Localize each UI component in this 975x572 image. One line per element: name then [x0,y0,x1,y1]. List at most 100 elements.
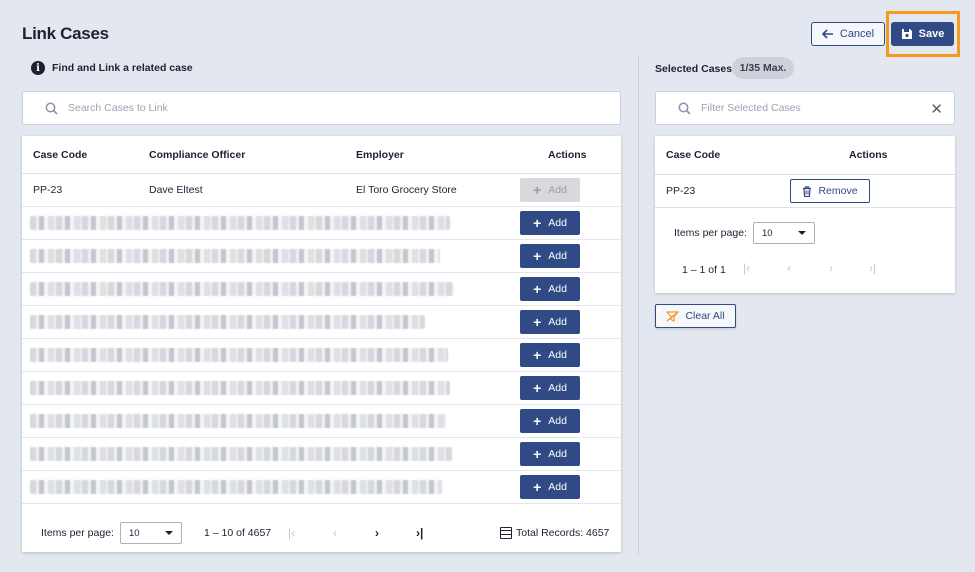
redacted-row-content [30,414,446,428]
first-page-icon[interactable]: |‹ [288,526,295,540]
table-row: + Add [22,438,621,471]
results-paginator: Items per page: 10 1 – 10 of 4657 |‹ ‹ ›… [22,514,621,552]
redacted-row-content [30,480,442,494]
add-button[interactable]: + Add [520,244,580,268]
search-hint: i Find and Link a related case [31,61,193,75]
employer-cell: El Toro Grocery Store [356,184,457,196]
add-button[interactable]: + Add [520,409,580,433]
save-button[interactable]: Save [891,22,954,46]
plus-icon: + [533,314,542,330]
redacted-row-content [30,447,452,461]
search-hint-text: Find and Link a related case [52,62,193,74]
plus-icon: + [533,215,542,231]
add-label: Add [548,481,567,493]
table-row: PP-23 Remove [655,175,955,208]
chevron-down-icon [798,231,806,235]
redacted-row-content [30,249,440,263]
close-icon[interactable]: ✕ [930,100,943,118]
redacted-row-content [30,216,450,230]
selected-table: Case Code Actions PP-23 Remove Items per… [655,136,955,293]
plus-icon: + [533,446,542,462]
col-header-employer[interactable]: Employer [356,149,404,161]
remove-label: Remove [818,185,858,197]
table-row: + Add [22,306,621,339]
add-button[interactable]: + Add [520,277,580,301]
prev-page-icon[interactable]: ‹ [333,526,337,540]
search-container [22,91,621,125]
col-header-case-code[interactable]: Case Code [666,149,720,161]
add-label: Add [548,250,567,262]
items-per-page-select[interactable]: 10 [120,522,182,544]
add-label: Add [548,184,567,196]
add-label: Add [548,316,567,328]
items-per-page-value: 10 [762,227,773,239]
arrow-left-icon [821,29,833,39]
add-label: Add [548,415,567,427]
col-header-actions: Actions [849,149,888,161]
page-range: 1 – 1 of 1 [682,264,726,276]
table-row: + Add [22,207,621,240]
clear-all-button[interactable]: Clear All [655,304,736,328]
selected-count-badge: 1/35 Max. [732,57,794,79]
clear-filter-icon [666,310,680,322]
plus-icon: + [533,248,542,264]
list-icon [500,527,512,539]
plus-icon: + [533,281,542,297]
total-records-label: Total Records: 4657 [516,527,610,539]
remove-button[interactable]: Remove [790,179,870,203]
info-circle-icon: i [31,61,45,75]
items-per-page-label: Items per page: [41,527,114,539]
plus-icon: + [533,380,542,396]
redacted-row-content [30,315,425,329]
redacted-row-content [30,348,448,362]
add-button[interactable]: + Add [520,376,580,400]
table-row: + Add [22,372,621,405]
add-button[interactable]: + Add [520,475,580,499]
filter-container: ✕ [655,91,955,125]
search-input[interactable] [68,102,468,114]
table-row: + Add [22,273,621,306]
selected-table-header: Case Code Actions [655,136,955,175]
add-button[interactable]: + Add [520,343,580,367]
add-label: Add [548,349,567,361]
next-page-icon[interactable]: › [829,261,833,275]
add-button: + Add [520,178,580,202]
next-page-icon[interactable]: › [375,526,379,540]
col-header-officer[interactable]: Compliance Officer [149,149,245,161]
plus-icon: + [533,413,542,429]
plus-icon: + [533,347,542,363]
add-label: Add [548,382,567,394]
case-code-cell: PP-23 [666,185,696,197]
chevron-down-icon [165,531,173,535]
filter-selected-input[interactable] [701,102,901,114]
col-header-actions: Actions [548,148,587,161]
panel-divider [638,55,639,555]
results-table-header: Case Code Compliance Officer Employer Ac… [22,136,621,174]
add-button[interactable]: + Add [520,211,580,235]
search-icon [678,102,691,115]
cancel-label: Cancel [839,28,875,40]
last-page-icon[interactable]: ›| [869,261,876,275]
table-row: + Add [22,405,621,438]
first-page-icon[interactable]: |‹ [743,261,750,275]
cancel-button[interactable]: Cancel [811,22,885,46]
add-label: Add [548,217,567,229]
results-table: Case Code Compliance Officer Employer Ac… [22,136,621,552]
case-code-cell: PP-23 [33,184,63,196]
table-row: + Add [22,471,621,504]
add-label: Add [548,448,567,460]
plus-icon: + [533,182,542,198]
col-header-case-code[interactable]: Case Code [33,149,87,161]
clear-all-label: Clear All [685,310,725,322]
table-row: PP-23 Dave Eltest El Toro Grocery Store … [22,174,621,207]
page-range: 1 – 10 of 4657 [204,527,272,539]
page-title: Link Cases [22,24,109,43]
last-page-icon[interactable]: ›| [416,526,423,540]
add-button[interactable]: + Add [520,442,580,466]
prev-page-icon[interactable]: ‹ [787,261,791,275]
search-icon [45,102,58,115]
items-per-page-select[interactable]: 10 [753,222,815,244]
add-label: Add [548,283,567,295]
selected-cases-label: Selected Cases: [655,63,736,75]
add-button[interactable]: + Add [520,310,580,334]
